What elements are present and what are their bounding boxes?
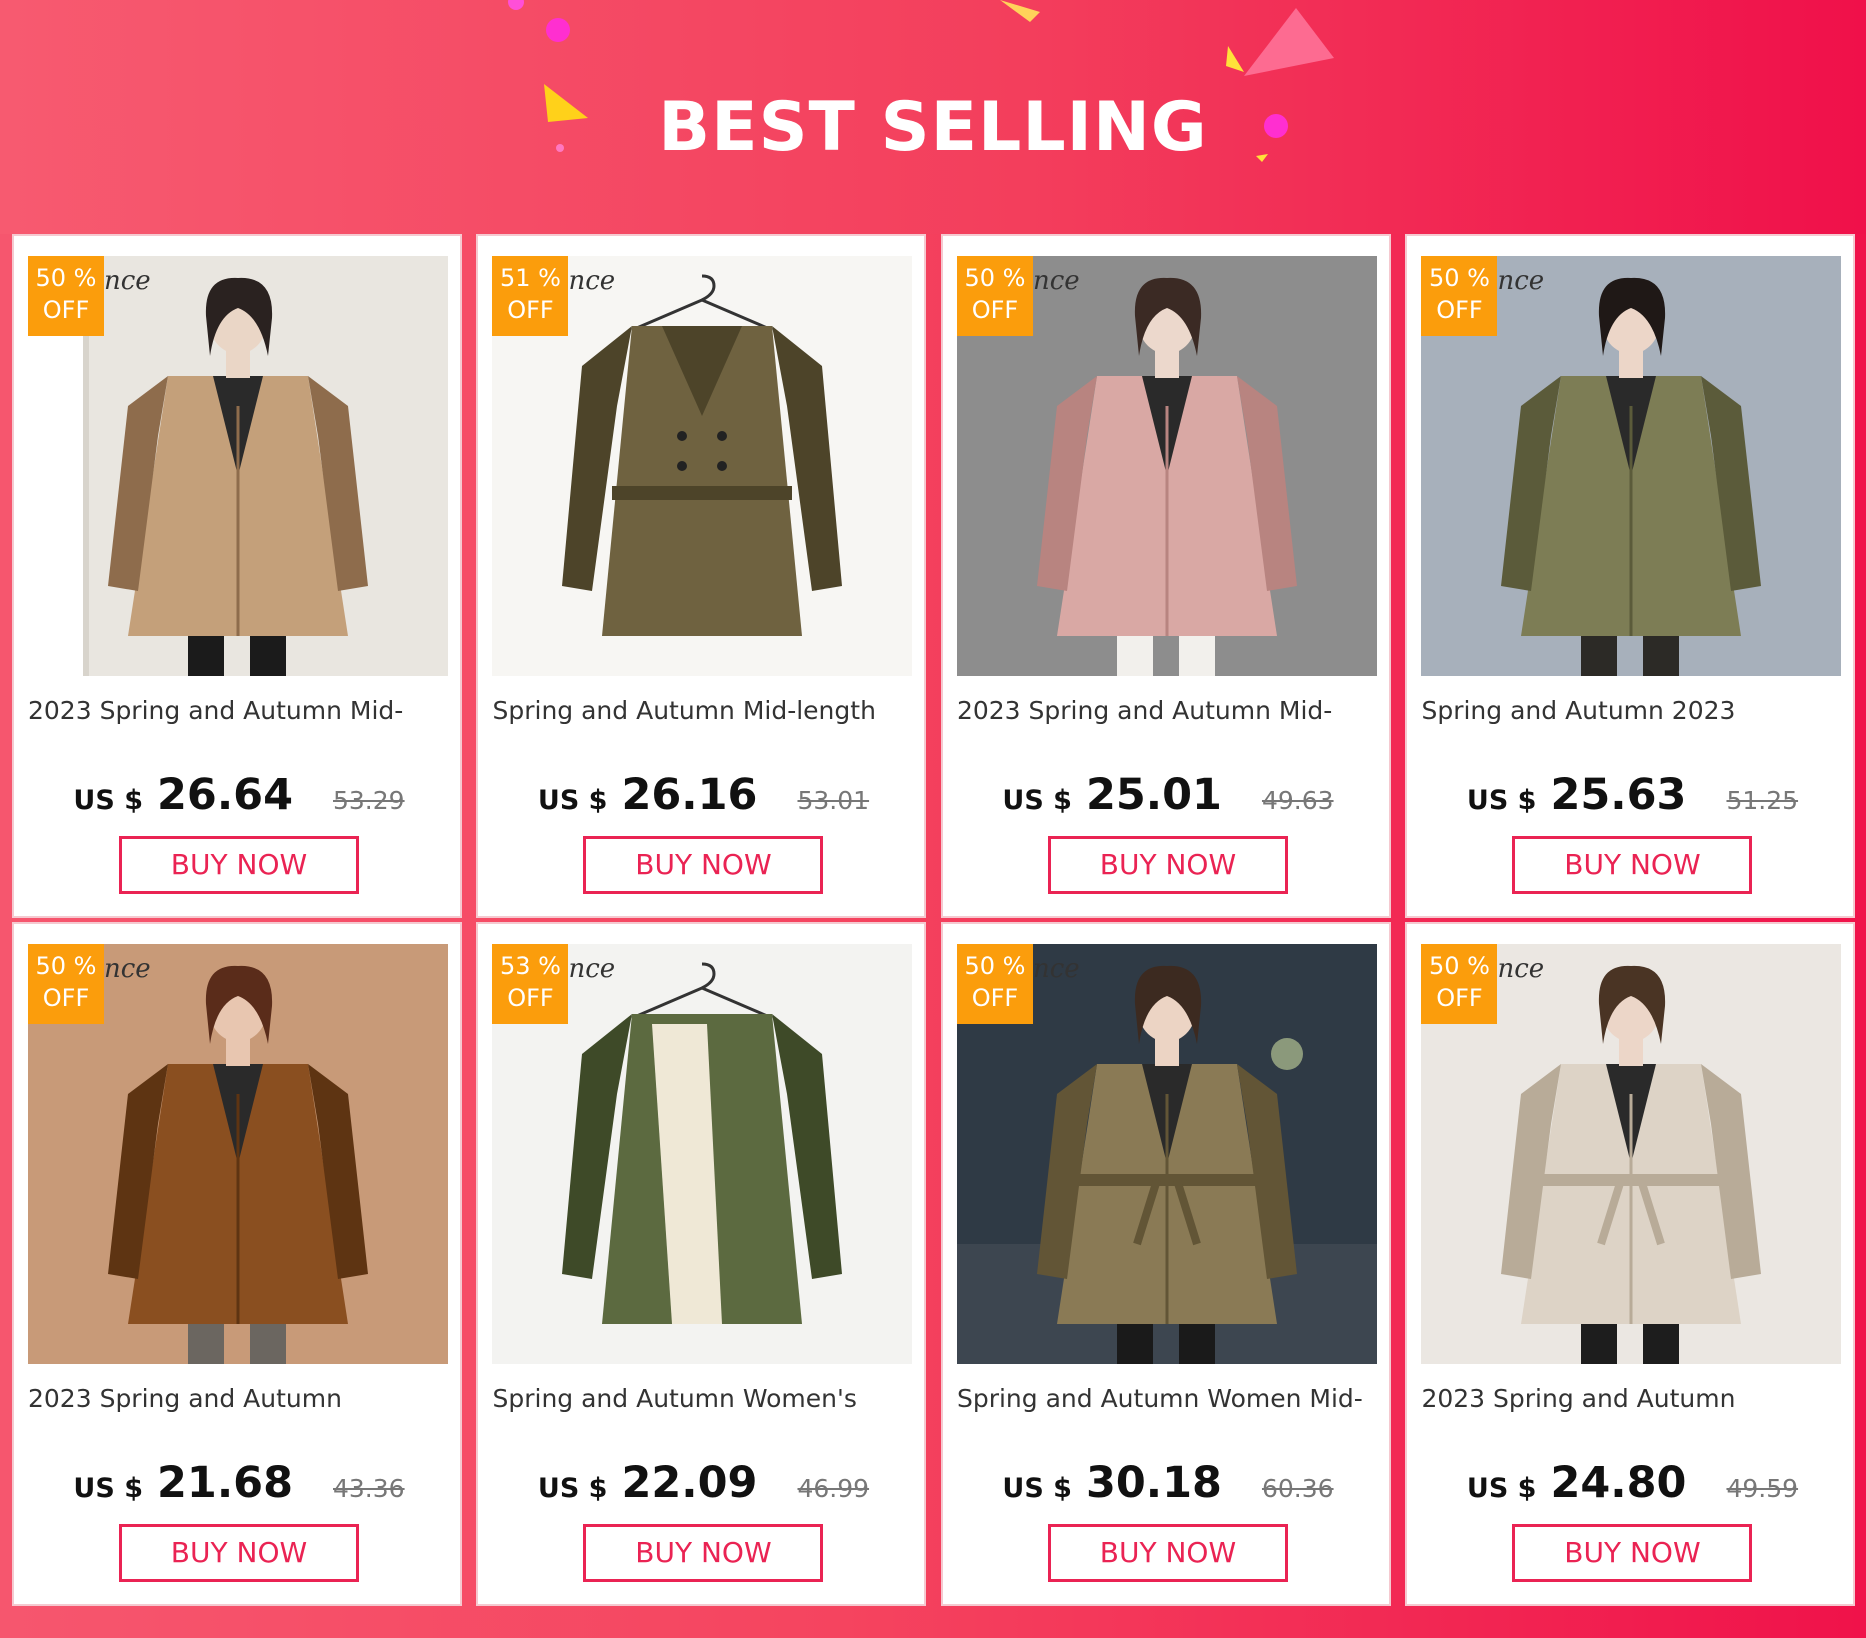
price-row: US $ 25.63 51.25 [1407, 770, 1857, 830]
original-price: 46.99 [797, 1474, 870, 1504]
discount-percent: 50 % [1428, 952, 1490, 981]
sale-price: 30.18 [1085, 1458, 1222, 1509]
price-row: US $ 30.18 60.36 [943, 1458, 1393, 1518]
brand-watermark: nce [1032, 954, 1080, 985]
buy-now-button[interactable]: BUY NOW [119, 836, 359, 894]
currency-label: US $ [1466, 785, 1537, 816]
discount-off-label: OFF [1436, 296, 1483, 324]
product-card[interactable]: nce 53 % OFF Spring and Autumn Women's US $ 2… [476, 922, 928, 1607]
product-card[interactable]: nce 50 % OFF 2023 Spring and Autumn Mid- US … [940, 234, 1393, 918]
product-card[interactable]: nce 50 % OFF 2023 Spring and Autumn US $ 21.6… [12, 922, 464, 1607]
discount-off-label: OFF [42, 296, 90, 324]
buy-now-button[interactable]: BUY NOW [1512, 836, 1753, 894]
discount-percent: 50 % [1428, 264, 1490, 292]
sale-price: 21.68 [156, 1458, 293, 1509]
discount-percent: 53 % [499, 952, 561, 981]
product-title[interactable]: 2023 Spring and Autumn Mid- [957, 696, 1377, 732]
original-price: 43.36 [333, 1474, 405, 1504]
brand-watermark: nce [1497, 954, 1545, 985]
brand-watermark: nce [104, 954, 151, 985]
discount-percent: 50 % [35, 264, 97, 292]
product-card[interactable]: nce 50 % OFF 2023 Spring and Autumn US $ 24.8… [1405, 922, 1857, 1607]
product-title[interactable]: Spring and Autumn Women Mid- [957, 1384, 1377, 1420]
price-row: US $ 25.01 49.63 [943, 770, 1393, 830]
discount-percent: 50 % [964, 952, 1026, 981]
sale-price: 24.80 [1550, 1458, 1687, 1509]
discount-off-label: OFF [507, 296, 554, 324]
discount-badge: 50 % OFF [956, 256, 1033, 336]
original-price: 51.25 [1726, 786, 1799, 815]
currency-label: US $ [73, 785, 143, 816]
buy-now-button[interactable]: BUY NOW [119, 1524, 359, 1583]
discount-off-label: OFF [971, 296, 1019, 324]
currency-label: US $ [1002, 785, 1072, 816]
product-card[interactable]: nce 50 % OFF 2023 Spring and Autumn Mid- US … [12, 234, 462, 918]
discount-percent: 50 % [35, 952, 97, 981]
discount-percent: 50 % [964, 264, 1026, 292]
page-title: BEST SELLING [658, 88, 1208, 167]
discount-percent: 51 % [499, 264, 561, 292]
product-title[interactable]: Spring and Autumn Women's [492, 1384, 912, 1420]
sale-price: 22.09 [621, 1458, 758, 1509]
product-card[interactable]: nce 51 % OFF Spring and Autumn Mid-length US… [476, 234, 928, 918]
price-row: US $ 26.64 53.29 [14, 770, 464, 830]
discount-badge: 50 % OFF [1421, 944, 1498, 1025]
brand-watermark: nce [568, 954, 616, 985]
currency-label: US $ [1466, 1473, 1537, 1505]
original-price: 53.01 [797, 786, 870, 815]
buy-now-button[interactable]: BUY NOW [1512, 1524, 1753, 1583]
product-card[interactable]: nce 50 % OFF Spring and Autumn Women Mid- US… [940, 922, 1393, 1607]
original-price: 53.29 [333, 786, 405, 815]
product-title[interactable]: Spring and Autumn Mid-length [492, 696, 912, 732]
price-row: US $ 21.68 43.36 [14, 1458, 464, 1518]
original-price: 60.36 [1261, 1474, 1334, 1504]
sale-price: 25.01 [1085, 770, 1222, 820]
buy-now-button[interactable]: BUY NOW [1047, 1524, 1288, 1583]
buy-now-button[interactable]: BUY NOW [583, 836, 824, 894]
sale-price: 25.63 [1550, 770, 1687, 820]
price-row: US $ 24.80 49.59 [1407, 1458, 1857, 1518]
best-selling-banner: BEST SELLING [0, 0, 1866, 234]
brand-watermark: nce [1032, 266, 1080, 296]
currency-label: US $ [73, 1473, 143, 1505]
discount-badge: 51 % OFF [492, 256, 569, 336]
product-title[interactable]: Spring and Autumn 2023 [1421, 696, 1841, 732]
currency-label: US $ [537, 1473, 608, 1505]
discount-badge: 50 % OFF [1421, 256, 1498, 336]
currency-label: US $ [537, 785, 608, 816]
discount-off-label: OFF [507, 984, 554, 1013]
product-title[interactable]: 2023 Spring and Autumn [1421, 1384, 1841, 1420]
original-price: 49.59 [1726, 1474, 1799, 1504]
discount-off-label: OFF [1436, 984, 1483, 1013]
original-price: 49.63 [1261, 786, 1334, 815]
discount-badge: 50 % OFF [956, 944, 1033, 1025]
currency-label: US $ [1002, 1473, 1072, 1505]
sale-price: 26.64 [156, 770, 293, 820]
brand-watermark: nce [568, 266, 616, 296]
discount-badge: 50 % OFF [28, 944, 104, 1025]
discount-off-label: OFF [971, 984, 1019, 1013]
price-row: US $ 26.16 53.01 [478, 770, 928, 830]
buy-now-button[interactable]: BUY NOW [1047, 836, 1288, 894]
discount-badge: 50 % OFF [28, 256, 104, 336]
discount-badge: 53 % OFF [492, 944, 569, 1025]
sale-price: 26.16 [621, 770, 758, 820]
brand-watermark: nce [1497, 266, 1545, 296]
brand-watermark: nce [104, 266, 151, 296]
product-card[interactable]: nce 50 % OFF Spring and Autumn 2023 US $ 25.6… [1405, 234, 1857, 918]
price-row: US $ 22.09 46.99 [478, 1458, 928, 1518]
buy-now-button[interactable]: BUY NOW [583, 1524, 824, 1583]
product-title[interactable]: 2023 Spring and Autumn [28, 1384, 448, 1420]
discount-off-label: OFF [42, 984, 90, 1013]
product-title[interactable]: 2023 Spring and Autumn Mid- [28, 696, 448, 732]
